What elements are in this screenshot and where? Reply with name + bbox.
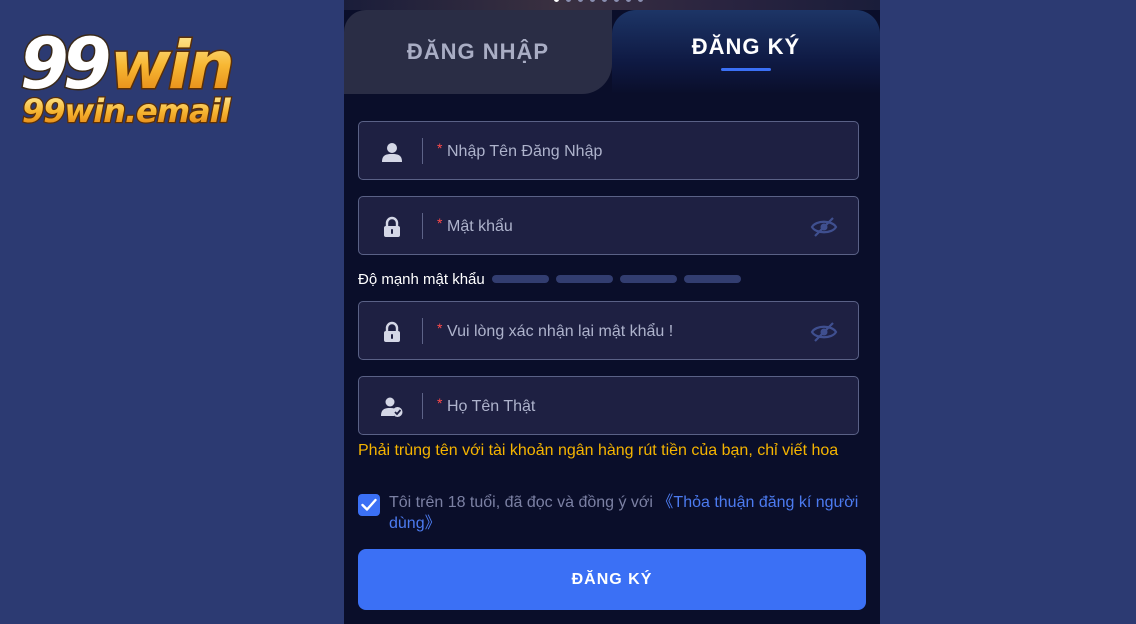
strength-bar [683,275,741,283]
carousel-dot[interactable] [602,0,607,2]
field-divider [422,138,423,164]
required-mark: * [437,215,443,231]
eye-off-icon[interactable] [810,215,838,239]
carousel-dot[interactable] [554,0,559,2]
register-submit-button[interactable]: ĐĂNG KÝ [358,549,866,610]
active-tab-indicator [721,67,771,71]
strength-label: Độ mạnh mật khẩu [358,270,485,288]
agree-text: Tôi trên 18 tuổi, đã đọc và đồng ý với 《… [389,492,859,534]
carousel-dot[interactable] [590,0,595,2]
tab-login[interactable]: ĐĂNG NHẬP [344,10,612,94]
carousel-dot[interactable] [638,0,643,2]
user-icon [382,143,402,162]
password-field[interactable]: * [358,196,859,255]
confirm-password-field[interactable]: * [358,301,859,360]
carousel-dots [554,0,643,2]
field-divider [422,393,423,419]
real-name-hint: Phải trùng tên với tài khoản ngân hàng r… [358,442,839,459]
agree-statement: Tôi trên 18 tuổi, đã đọc và đồng ý với [389,494,658,511]
svg-text:99win.email: 99win.email [22,92,232,130]
carousel-dot[interactable] [614,0,619,2]
check-icon [361,498,377,511]
username-input[interactable] [445,136,809,168]
required-mark: * [437,395,443,411]
tab-login-label: ĐĂNG NHẬP [406,39,550,64]
user-check-icon [381,397,403,417]
strength-bar [555,275,613,283]
field-divider [422,213,423,239]
real-name-input[interactable] [445,391,809,423]
brand-logo: 99 win 99win.email [18,18,268,131]
carousel-dot[interactable] [626,0,631,2]
eye-off-icon[interactable] [810,320,838,344]
lock-icon [384,216,400,237]
banner-strip [344,0,880,10]
password-input[interactable] [445,211,809,243]
carousel-dot[interactable] [578,0,583,2]
required-mark: * [437,320,443,336]
password-strength: Độ mạnh mật khẩu [358,268,741,290]
carousel-dot[interactable] [566,0,571,2]
field-divider [422,318,423,344]
confirm-password-input[interactable] [445,316,809,348]
logo-graphic: 99 win 99win.email [19,22,237,131]
tab-register[interactable]: ĐĂNG KÝ [612,10,880,94]
strength-bar [491,275,549,283]
real-name-field[interactable]: * [358,376,859,435]
lock-icon [384,321,400,342]
tab-register-label: ĐĂNG KÝ [691,33,801,59]
register-panel: ĐĂNG NHẬP ĐĂNG KÝ * * Độ mạnh mật khẩ [344,0,880,624]
username-field[interactable]: * [358,121,859,180]
required-mark: * [437,140,443,156]
strength-bar [619,275,677,283]
agree-checkbox[interactable] [358,494,380,516]
